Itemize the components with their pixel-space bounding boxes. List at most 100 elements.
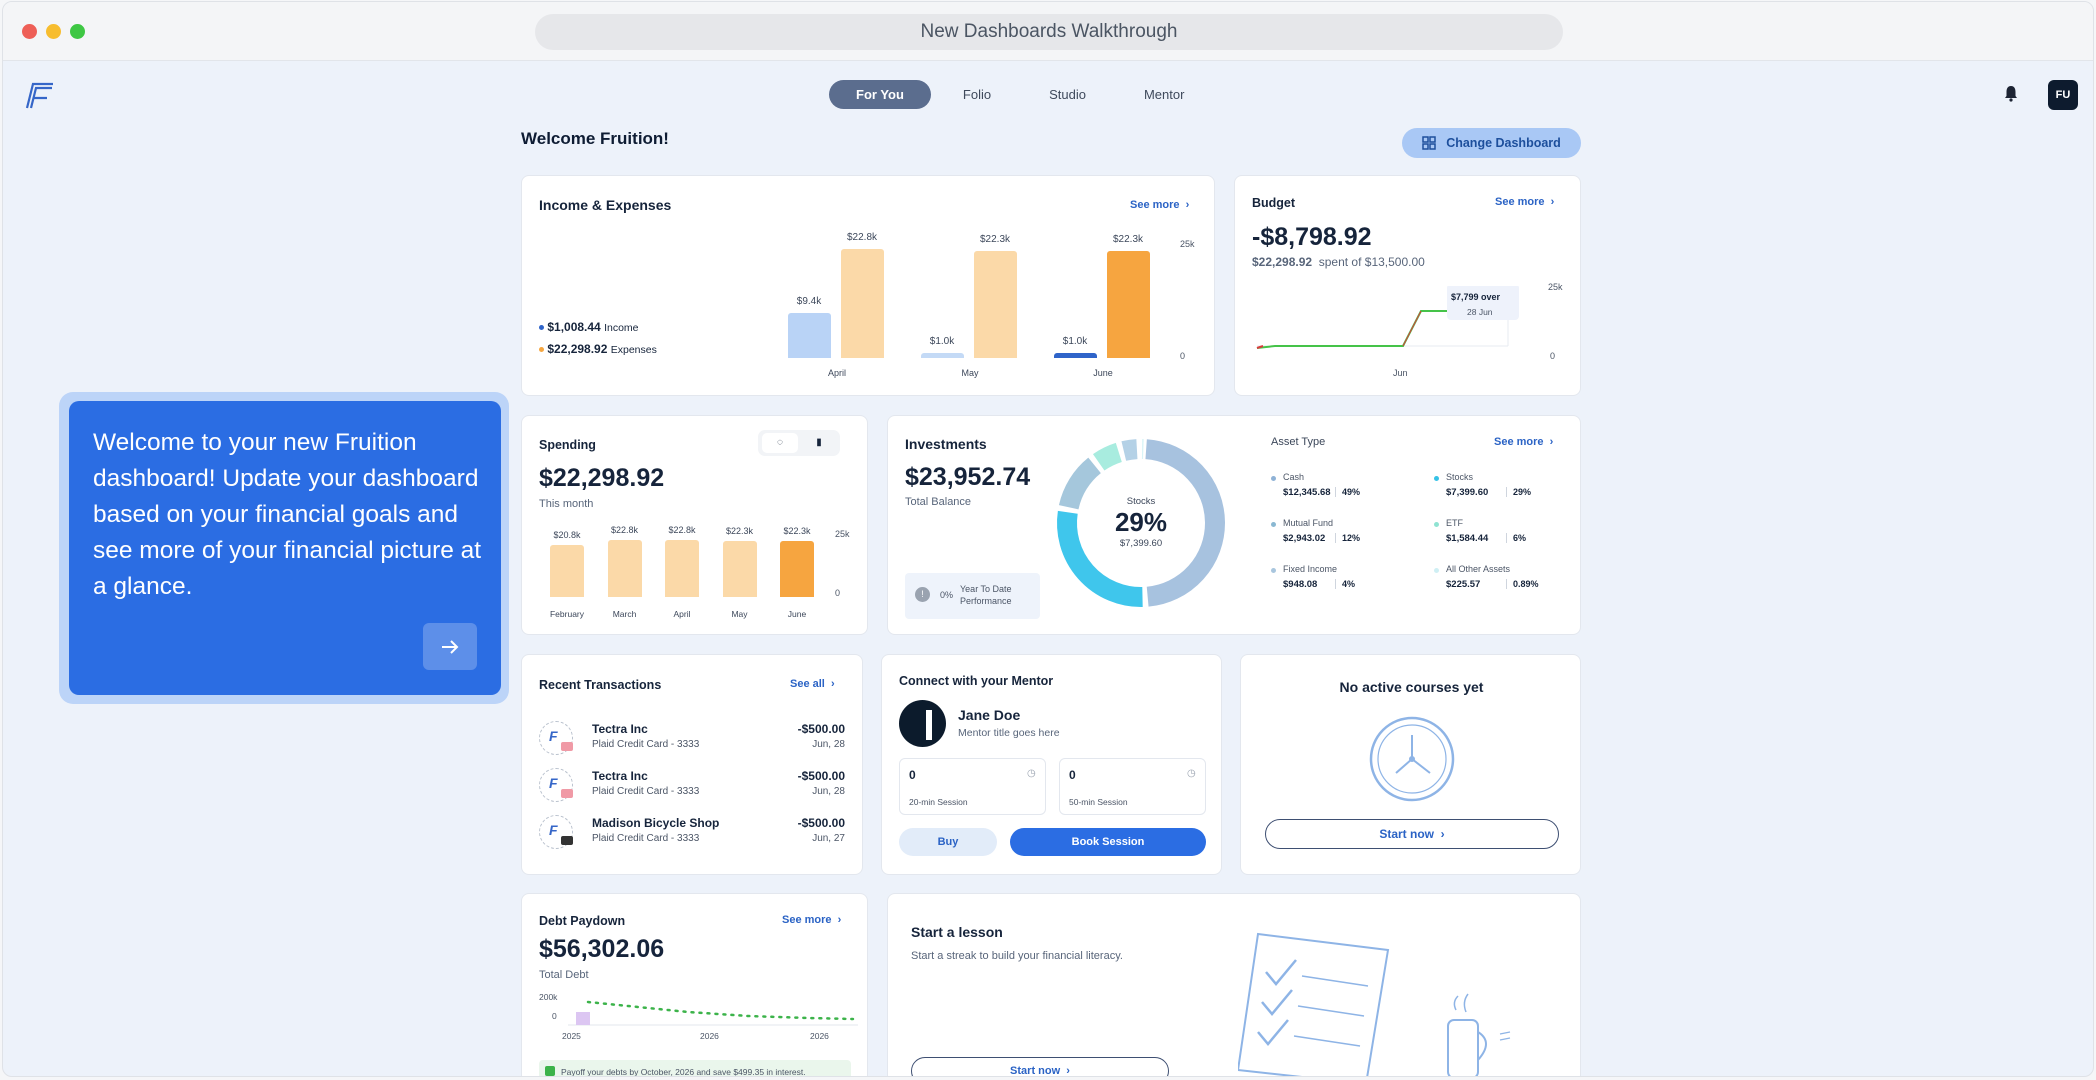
see-more-link[interactable]: See more › bbox=[1495, 196, 1554, 208]
x-tick-label: May bbox=[731, 609, 748, 619]
debt-note: Payoff your debts by October, 2026 and s… bbox=[539, 1060, 851, 1076]
window-title[interactable]: New Dashboards Walkthrough bbox=[535, 14, 1563, 50]
asset-name: Cash bbox=[1283, 472, 1305, 482]
expenses-legend: $22,298.92 Expenses bbox=[539, 342, 657, 356]
asset-item: Stocks $7,399.60 29% bbox=[1434, 472, 1584, 508]
start-course-button[interactable]: Start now › bbox=[1265, 819, 1559, 849]
fruition-logo bbox=[25, 82, 53, 109]
tab-for-you[interactable]: For You bbox=[829, 80, 931, 109]
x-axis-label: 2026 bbox=[810, 1031, 829, 1041]
card-title: Debt Paydown bbox=[539, 914, 626, 928]
change-dashboard-button[interactable]: Change Dashboard bbox=[1402, 128, 1581, 158]
clock-icon: ◷ bbox=[1027, 768, 1036, 779]
data-label: $1.0k bbox=[1062, 336, 1088, 348]
ytd-label: Year To Date Performance bbox=[960, 584, 1012, 606]
data-label: $22.8k bbox=[610, 524, 639, 535]
spending-bar bbox=[607, 539, 642, 597]
asset-color-dot bbox=[1271, 522, 1276, 527]
transaction-account: Plaid Credit Card - 3333 bbox=[592, 739, 700, 750]
tab-mentor[interactable]: Mentor bbox=[1118, 80, 1210, 109]
asset-color-dot bbox=[1271, 568, 1276, 573]
start-lesson-button[interactable]: Start now › bbox=[911, 1057, 1169, 1077]
minimize-window-button[interactable] bbox=[46, 24, 61, 39]
data-label: $22.3k bbox=[979, 233, 1011, 245]
debt-label: Total Debt bbox=[539, 969, 589, 981]
asset-color-dot bbox=[1434, 476, 1439, 481]
x-tick-label: March bbox=[612, 609, 637, 619]
grid-icon bbox=[1422, 136, 1436, 150]
donut-view-icon[interactable]: ◌ bbox=[762, 433, 798, 453]
x-tick-label: June bbox=[1093, 368, 1113, 378]
table-row[interactable]: F Tectra Inc Plaid Credit Card - 3333 -$500… bbox=[539, 768, 845, 806]
debt-amount: $56,302.06 bbox=[539, 935, 665, 963]
x-tick-label: April bbox=[827, 368, 846, 378]
transaction-name: Tectra Inc bbox=[592, 722, 648, 736]
x-tick-label: February bbox=[549, 609, 584, 619]
start-now-label: Start now bbox=[1379, 827, 1434, 841]
change-dashboard-label: Change Dashboard bbox=[1446, 136, 1561, 150]
chart-toggle: ◌ ▮ bbox=[758, 430, 840, 456]
transaction-date: Jun, 28 bbox=[812, 786, 845, 797]
asset-percent: 0.89% bbox=[1506, 579, 1539, 589]
callout-text: Welcome to your new Fruition dashboard! … bbox=[93, 429, 482, 600]
avatar[interactable]: FU bbox=[2048, 80, 2078, 110]
asset-percent: 6% bbox=[1506, 533, 1526, 543]
ytd-performance: ! 0% Year To Date Performance bbox=[905, 573, 1040, 619]
expenses-dot bbox=[539, 347, 544, 353]
card-title: Spending bbox=[539, 438, 596, 452]
bell-icon[interactable] bbox=[2003, 84, 2019, 102]
tab-folio[interactable]: Folio bbox=[937, 80, 1017, 109]
data-label: $1.0k bbox=[929, 336, 955, 348]
x-tick-label: May bbox=[961, 368, 979, 378]
arrow-right-icon bbox=[442, 639, 459, 654]
see-more-link[interactable]: See more › bbox=[782, 914, 841, 926]
data-label: $20.8k bbox=[553, 529, 581, 540]
x-axis-label: 2026 bbox=[700, 1031, 719, 1041]
clock-icon: ◷ bbox=[1187, 768, 1196, 779]
mentor-avatar bbox=[899, 700, 946, 747]
lesson-card: Start a lesson Start a streak to build y… bbox=[887, 893, 1581, 1077]
income-legend: $1,008.44 Income bbox=[539, 320, 639, 334]
transaction-date: Jun, 28 bbox=[812, 739, 845, 750]
table-row[interactable]: F Tectra Inc Plaid Credit Card - 3333 -$500… bbox=[539, 721, 845, 759]
start-now-label: Start now bbox=[1010, 1065, 1061, 1077]
session-20-min: 0 ◷ 20-min Session bbox=[899, 758, 1046, 815]
data-label: $22.3k bbox=[783, 525, 811, 536]
bar-view-icon[interactable]: ▮ bbox=[802, 433, 836, 453]
transaction-amount: -$500.00 bbox=[797, 816, 845, 830]
spending-bar bbox=[550, 544, 584, 597]
asset-name: Stocks bbox=[1446, 472, 1474, 482]
see-more-link[interactable]: See more › bbox=[1494, 436, 1553, 448]
card-title: Investments bbox=[905, 436, 987, 452]
balance-label: Total Balance bbox=[905, 496, 972, 508]
mentor-subtitle: Mentor title goes here bbox=[958, 727, 1060, 739]
transaction-amount: -$500.00 bbox=[797, 722, 845, 736]
see-more-link[interactable]: See more › bbox=[1130, 199, 1189, 211]
card-title: Income & Expenses bbox=[539, 197, 672, 213]
see-more-label: See more bbox=[1494, 436, 1544, 448]
close-window-button[interactable] bbox=[22, 24, 37, 39]
spending-card: Spending ◌ ▮ $22,298.92 This month 25k 0… bbox=[521, 415, 868, 635]
see-more-label: See more bbox=[1495, 196, 1545, 208]
next-step-button[interactable] bbox=[423, 623, 477, 670]
spending-amount: $22,298.92 bbox=[539, 464, 665, 492]
asset-item: Mutual Fund $2,943.02 12% bbox=[1271, 518, 1421, 554]
data-label: $22.8k bbox=[846, 231, 878, 243]
income-bar bbox=[921, 353, 964, 358]
table-row[interactable]: F Madison Bicycle Shop Plaid Credit Card -… bbox=[539, 815, 845, 853]
budget-tooltip-over: $7,799 over bbox=[1451, 292, 1501, 302]
money-icon bbox=[545, 1066, 555, 1076]
transaction-amount: -$500.00 bbox=[797, 769, 845, 783]
tab-studio[interactable]: Studio bbox=[1023, 80, 1112, 109]
asset-name: All Other Assets bbox=[1446, 564, 1511, 574]
expense-bar bbox=[974, 250, 1017, 358]
buy-button[interactable]: Buy bbox=[899, 828, 997, 856]
dashboard-page: For You Folio Studio Mentor FU Welcome F… bbox=[3, 62, 2093, 1077]
mentor-name: Jane Doe bbox=[958, 707, 1021, 723]
book-session-button[interactable]: Book Session bbox=[1010, 828, 1206, 856]
asset-value: $12,345.68 bbox=[1283, 487, 1331, 498]
see-all-link[interactable]: See all › bbox=[790, 678, 835, 690]
page-title: Welcome Fruition! bbox=[521, 129, 669, 148]
y-axis-zero: 0 bbox=[552, 1011, 557, 1021]
maximize-window-button[interactable] bbox=[70, 24, 85, 39]
